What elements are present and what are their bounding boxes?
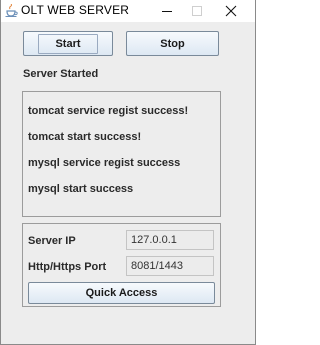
log-line: mysql service regist success — [28, 157, 181, 169]
server-info-panel: Server IP 127.0.0.1 Http/Https Port 8081… — [22, 223, 221, 307]
minimize-icon — [162, 11, 172, 12]
server-status: Server Started — [23, 68, 99, 80]
title-bar[interactable]: OLT WEB SERVER — [1, 0, 255, 22]
port-field[interactable]: 8081/1443 — [126, 256, 214, 276]
stop-button[interactable]: Stop — [126, 31, 219, 56]
server-ip-label: Server IP — [28, 235, 76, 247]
server-ip-field[interactable]: 127.0.0.1 — [126, 230, 214, 250]
log-line: tomcat start success! — [28, 131, 142, 143]
window-title: OLT WEB SERVER — [21, 3, 130, 17]
app-window: OLT WEB SERVER Start Stop Server Started… — [0, 0, 256, 345]
client-area: Start Stop Server Started tomcat service… — [1, 22, 255, 344]
log-line: tomcat service regist success! — [28, 105, 189, 117]
start-button-label: Start — [38, 33, 98, 54]
log-panel: tomcat service regist success! tomcat st… — [22, 91, 221, 217]
java-cup-icon[interactable] — [4, 3, 20, 17]
quick-access-button[interactable]: Quick Access — [28, 282, 215, 304]
close-icon — [225, 5, 237, 17]
start-button[interactable]: Start — [23, 31, 113, 56]
log-line: mysql start success — [28, 183, 134, 195]
maximize-icon — [192, 6, 202, 16]
close-button[interactable] — [211, 0, 251, 22]
port-label: Http/Https Port — [28, 261, 107, 273]
